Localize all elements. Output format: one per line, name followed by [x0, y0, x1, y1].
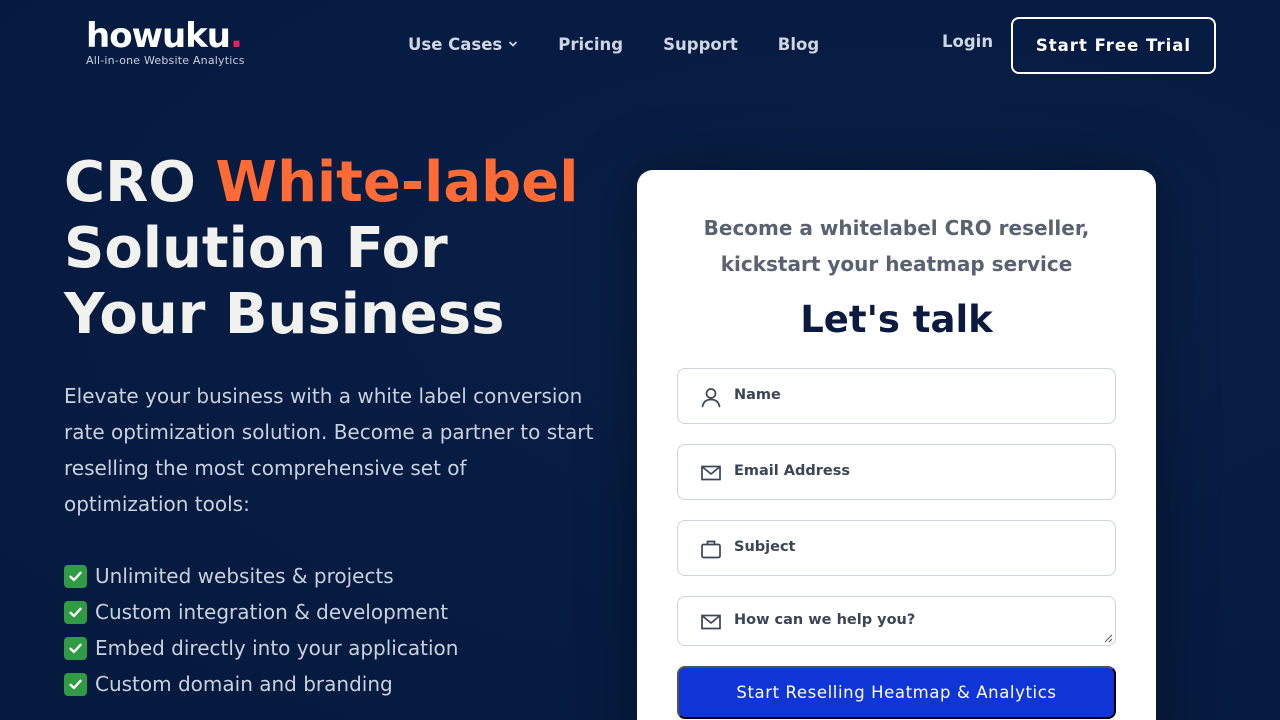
- user-icon: [701, 388, 721, 408]
- nav-item-label: Pricing: [558, 34, 624, 54]
- title-accent: White-label: [215, 150, 579, 215]
- form-subtitle-line: kickstart your heatmap service: [720, 252, 1073, 276]
- email-field[interactable]: Email Address: [677, 444, 1116, 500]
- logo-tagline: All-in-one Website Analytics: [86, 54, 245, 67]
- contact-form-card: Become a whitelabel CRO reseller, kickst…: [637, 170, 1156, 720]
- feature-text: Custom integration & development: [95, 600, 449, 624]
- nav-item-label: Blog: [777, 34, 820, 54]
- form-subtitle-line: Become a whitelabel CRO reseller,: [703, 216, 1090, 240]
- message-textarea[interactable]: How can we help you?: [677, 596, 1116, 646]
- feature-list: Unlimited websites & projects Custom int…: [64, 558, 458, 702]
- list-item: Custom domain and branding: [64, 666, 458, 702]
- login-link[interactable]: Login: [942, 32, 993, 51]
- nav-item-blog[interactable]: Blog: [778, 32, 819, 56]
- check-icon: [64, 600, 87, 624]
- hero-description: Elevate your business with a white label…: [64, 384, 594, 516]
- title-prefix: CRO: [64, 150, 216, 215]
- briefcase-icon: [701, 540, 721, 559]
- nav-item-pricing[interactable]: Pricing: [558, 32, 623, 56]
- message-field-label: How can we help you?: [734, 612, 916, 628]
- logo[interactable]: howuku. All-in-one Website Analytics: [86, 18, 246, 68]
- mail-icon: [701, 465, 721, 481]
- list-item: Custom integration & development: [64, 594, 458, 630]
- feature-text: Unlimited websites & projects: [95, 564, 394, 588]
- hero-title: CRO White-label Solution For Your Busines…: [64, 150, 604, 348]
- chevron-down-icon: [509, 41, 518, 47]
- feature-text: Embed directly into your application: [95, 636, 459, 660]
- check-icon: [64, 672, 87, 696]
- nav-item-support[interactable]: Support: [663, 32, 738, 56]
- email-field-label: Email Address: [734, 463, 851, 479]
- name-field[interactable]: Name: [677, 368, 1116, 424]
- site-header: howuku. All-in-one Website Analytics Use…: [0, 0, 1280, 90]
- form-subtitle: Become a whitelabel CRO reseller, kickst…: [637, 210, 1156, 282]
- subject-field-label: Subject: [734, 539, 796, 555]
- resize-handle-icon[interactable]: [1104, 634, 1113, 643]
- form-title: Let's talk: [800, 298, 993, 341]
- title-rest: Solution For Your Business: [64, 216, 505, 347]
- feature-text: Custom domain and branding: [95, 672, 393, 696]
- name-field-label: Name: [734, 387, 781, 403]
- nav-item-use-cases[interactable]: Use Cases: [408, 32, 518, 56]
- nav-item-label: Support: [663, 34, 738, 54]
- list-item: Embed directly into your application: [64, 630, 458, 666]
- logo-wordmark: howuku.: [86, 16, 243, 56]
- list-item: Unlimited websites & projects: [64, 558, 458, 594]
- start-free-trial-button[interactable]: Start Free Trial: [1011, 17, 1216, 74]
- subject-field[interactable]: Subject: [677, 520, 1116, 576]
- submit-button[interactable]: Start Reselling Heatmap & Analytics: [677, 666, 1116, 719]
- check-icon: [64, 564, 87, 588]
- check-icon: [64, 636, 87, 660]
- nav-item-label: Use Cases: [408, 34, 503, 54]
- main-nav: Use Cases Pricing Support Blog: [408, 32, 819, 56]
- mail-icon: [701, 614, 721, 630]
